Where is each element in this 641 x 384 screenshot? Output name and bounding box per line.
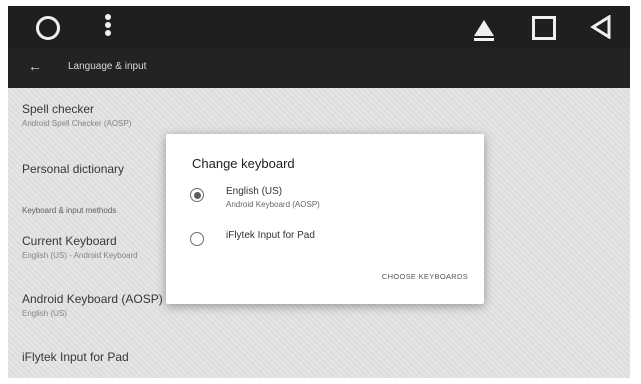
option-label: English (US) — [226, 186, 283, 197]
eject-icon[interactable] — [474, 20, 494, 36]
eject-icon-base — [474, 38, 494, 41]
app-bar: ← Language & input — [8, 48, 630, 88]
page-title: Language & input — [68, 61, 147, 72]
option-label: iFlytek Input for Pad — [226, 230, 315, 241]
radio-selected-icon[interactable] — [190, 188, 204, 202]
status-bar — [8, 6, 630, 48]
device-screen: ← Language & input Spell checker Android… — [8, 6, 630, 378]
square-icon[interactable] — [532, 16, 556, 40]
back-arrow-icon[interactable]: ← — [28, 58, 42, 74]
radio-unselected-icon[interactable] — [190, 232, 204, 246]
back-triangle-icon[interactable] — [590, 15, 612, 39]
change-keyboard-dialog: Change keyboard English (US) Android Key… — [166, 134, 484, 304]
option-english-us[interactable]: English (US) Android Keyboard (AOSP) — [190, 186, 460, 214]
more-vert-icon[interactable] — [104, 12, 112, 40]
option-iflytek[interactable]: iFlytek Input for Pad — [190, 230, 460, 250]
circle-icon[interactable] — [36, 16, 60, 40]
choose-keyboards-button[interactable]: CHOOSE KEYBOARDS — [382, 272, 468, 281]
option-sublabel: Android Keyboard (AOSP) — [226, 200, 320, 209]
dialog-title: Change keyboard — [192, 156, 295, 171]
